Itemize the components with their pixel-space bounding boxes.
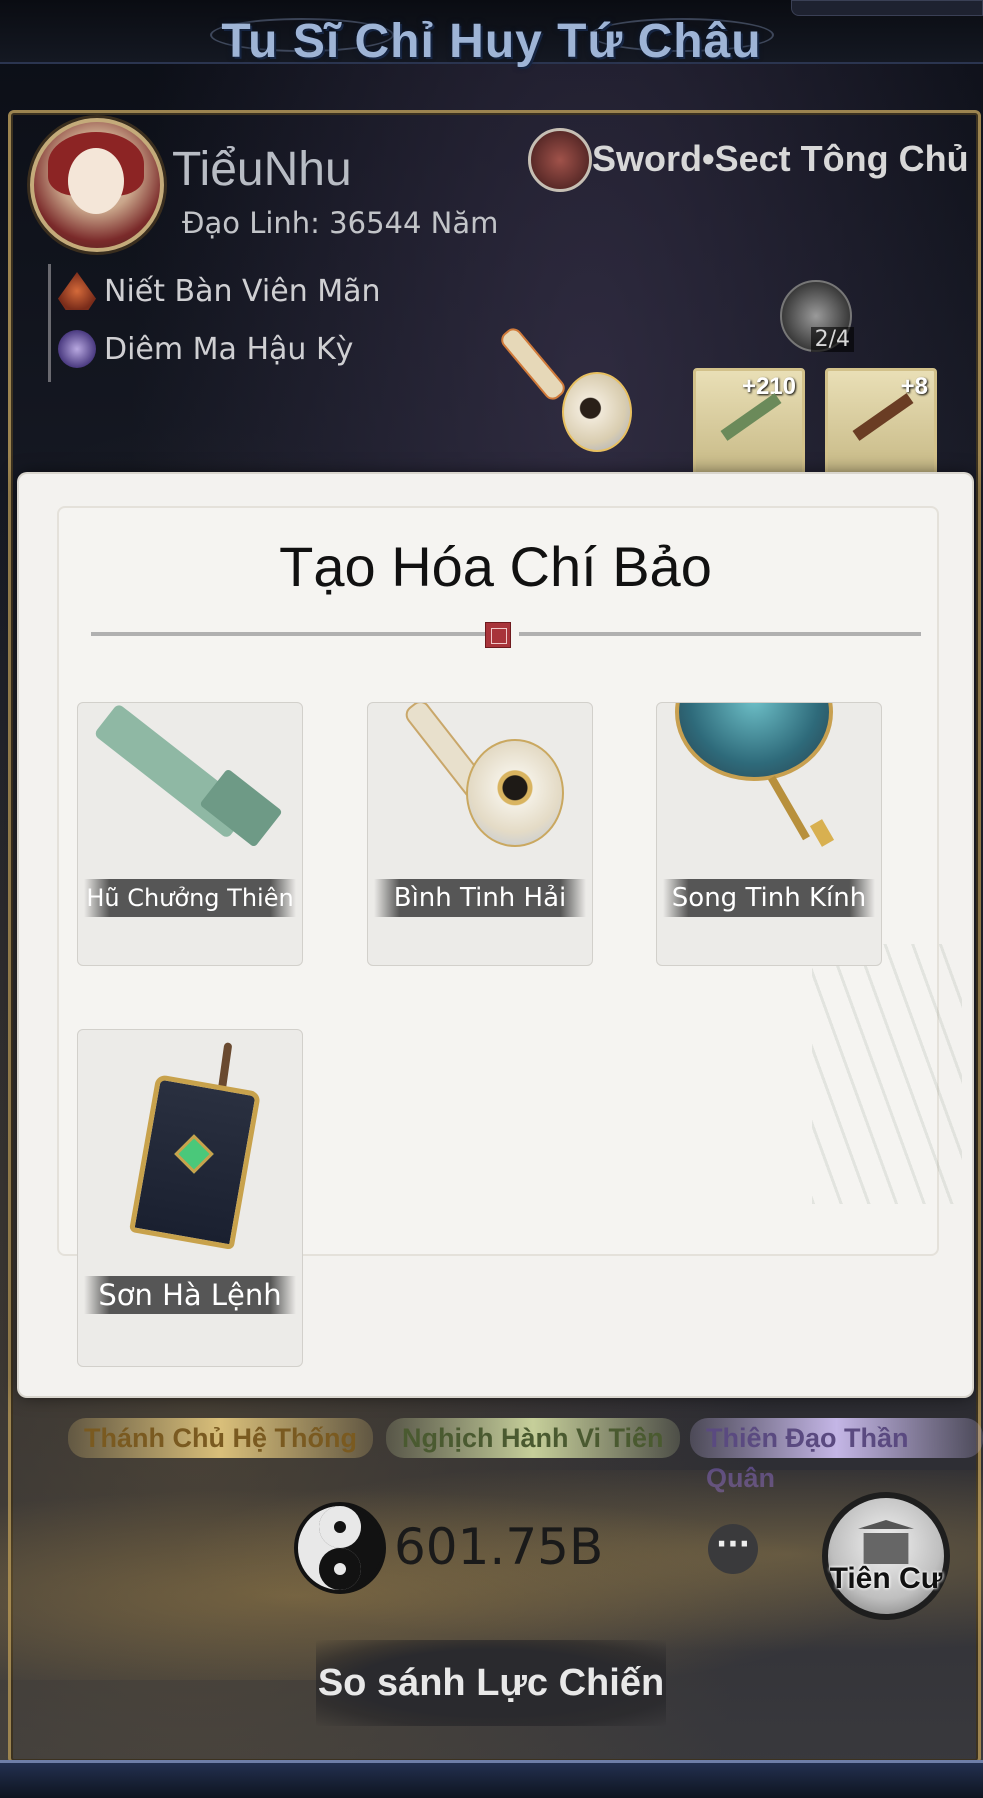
title-badge[interactable]: Nghịch Hành Vi Tiên — [386, 1418, 680, 1458]
treasure-tile[interactable]: Song Tinh Kính — [656, 702, 882, 966]
avatar[interactable] — [30, 118, 164, 252]
treasure-tile[interactable]: Hũ Chưởng Thiên — [77, 702, 303, 966]
title-badge[interactable]: Thánh Chủ Hệ Thống — [68, 1418, 373, 1458]
bottom-bar — [0, 1760, 983, 1798]
cultivation-age: Đạo Linh: 36544 Năm — [182, 206, 499, 240]
companion-slot-button[interactable]: 2/4 — [780, 280, 854, 352]
treasure-label: Bình Tinh Hải — [374, 879, 586, 917]
immortal-residence-label: Tiên Cư — [829, 1562, 943, 1595]
page-title: Tu Sĩ Chỉ Huy Tứ Châu — [221, 15, 762, 68]
sect-emblem-icon — [528, 128, 592, 192]
spirit-orb-icon — [58, 330, 96, 368]
star-sea-bottle-icon — [401, 703, 568, 853]
twin-star-mirror-icon — [675, 703, 865, 853]
treasure-label: Song Tinh Kính — [663, 879, 875, 917]
realm-item-primary: Niết Bàn Viên Mãn — [58, 272, 381, 310]
realm-label: Diêm Ma Hậu Kỳ — [104, 331, 354, 367]
title-badges: Thánh Chủ Hệ Thống Nghịch Hành Vi Tiên T… — [0, 1418, 983, 1493]
bamboo-watermark — [812, 944, 962, 1204]
divider-right — [519, 632, 921, 636]
pavilion-icon — [858, 1520, 914, 1564]
mountain-river-token-icon — [122, 1042, 262, 1250]
equipped-treasure[interactable] — [497, 310, 632, 460]
player-name: TiểuNhu — [172, 143, 352, 196]
realm-label: Niết Bàn Viên Mãn — [104, 273, 381, 309]
slot-count-label: 2/4 — [810, 327, 854, 352]
bottle-bulb — [562, 372, 632, 452]
treasure-modal: Tạo Hóa Chí Bảo Hũ Chưởng Thiên Bình Tin… — [19, 474, 972, 1396]
treasure-label: Sơn Hà Lệnh — [84, 1276, 296, 1314]
treasure-label: Hũ Chưởng Thiên — [84, 879, 296, 917]
seal-icon — [485, 622, 511, 648]
modal-title: Tạo Hóa Chí Bảo — [279, 535, 712, 598]
avatar-face — [68, 148, 124, 214]
divider-left — [91, 632, 495, 636]
realm-item-secondary: Diêm Ma Hậu Kỳ — [58, 330, 353, 368]
treasure-tile[interactable]: Bình Tinh Hải — [367, 702, 593, 966]
yin-yang-icon — [294, 1502, 386, 1594]
lotus-icon — [58, 272, 96, 310]
realm-divider — [48, 264, 51, 382]
treasure-tile[interactable]: Sơn Hà Lệnh — [77, 1029, 303, 1367]
bronze-sword-icon — [852, 393, 914, 441]
sect-title[interactable]: Sword•Sect Tông Chủ — [592, 138, 969, 180]
equipment-card[interactable]: +8 — [825, 368, 937, 476]
jade-relic-icon — [93, 703, 283, 853]
more-button[interactable]: ··· — [708, 1524, 758, 1574]
compare-power-button[interactable]: So sánh Lực Chiến — [316, 1640, 666, 1726]
equipment-card[interactable]: +210 — [693, 368, 805, 476]
immortal-residence-button[interactable]: Tiên Cư — [822, 1492, 950, 1620]
currency-amount: 601.75B — [394, 1518, 604, 1576]
title-badge[interactable]: Thiên Đạo Thần Quân — [690, 1418, 983, 1493]
